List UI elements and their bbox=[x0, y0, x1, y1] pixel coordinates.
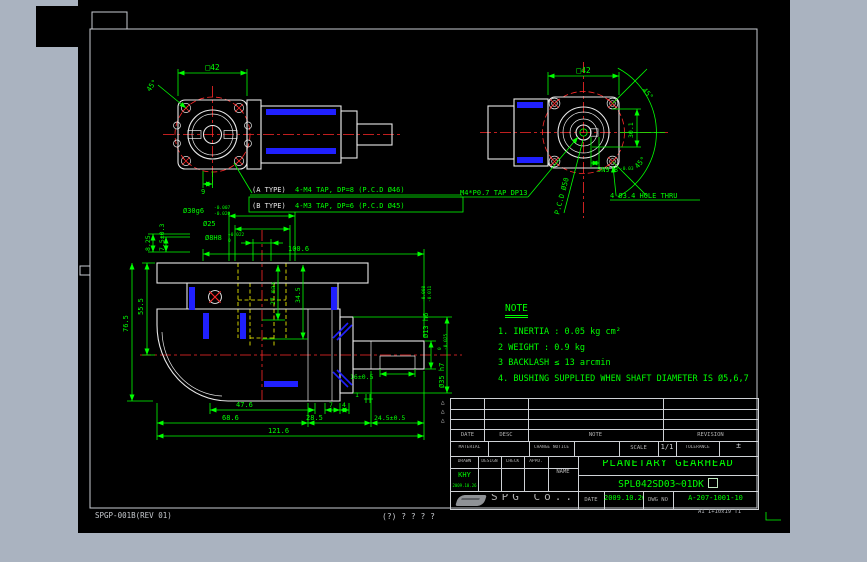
date-label: DATE bbox=[584, 497, 598, 503]
rev-header-desc: DESC bbox=[499, 432, 513, 438]
dim-d13-tol-up: -0.008 bbox=[421, 285, 427, 302]
label-b-type: (B TYPE) bbox=[252, 202, 286, 210]
tolerance-value: ± bbox=[736, 443, 741, 449]
change-notice-label: CHANGE NOTICE bbox=[533, 445, 570, 450]
dim-76-5: 76.5 bbox=[122, 315, 130, 332]
product-code: SPL042SD03~01DK bbox=[618, 479, 704, 488]
rev-header-date: DATE bbox=[460, 432, 475, 438]
dim-keyway-tol: -0.03 bbox=[620, 166, 634, 172]
scale-value: 1/1 bbox=[660, 444, 674, 450]
dim-d35-tol-up: 0 bbox=[437, 347, 443, 350]
footer-sheet-text: A1 1+10x19 T1 bbox=[698, 509, 742, 515]
dim-d13-tol-dn: -0.011 bbox=[427, 285, 433, 302]
dim-keyway: 5N9.8 bbox=[597, 166, 618, 174]
dim-121-6: 121.6 bbox=[268, 427, 289, 435]
dim-d13: Ø13 h6 bbox=[422, 313, 430, 338]
dim-d35: Ø35 h7 bbox=[438, 363, 446, 388]
footer-center-text: (?) ? ? ? ? bbox=[382, 512, 435, 521]
dim-27-max: 27 max bbox=[269, 281, 277, 305]
design-label: DESIGN bbox=[481, 459, 498, 464]
dim-d8-tol-dn: 0 bbox=[228, 238, 231, 244]
dim-68-6: 68.6 bbox=[222, 414, 239, 422]
front-view: □42 45° 9 (A TYPE) 4-M4 TAP, DP=8 (P.C.D… bbox=[145, 63, 464, 213]
dim-16: 16±0.5 bbox=[350, 373, 374, 381]
dwg-no-value: A-207-1001-10 bbox=[688, 495, 743, 501]
rear-view: □42 45° 45° 30.1 5N9.8 -0.03 M4*P0.7 TAP… bbox=[460, 62, 700, 218]
dim-square-42: □42 bbox=[205, 63, 220, 72]
section-view: Ø30g6 -0.007 -0.020 Ø25 Ø8H8 +0.022 0 8.… bbox=[122, 205, 462, 440]
label-center-tap: M4*P0.7 TAP DP13 bbox=[460, 189, 527, 197]
tolerance-label: TOLERANCE bbox=[685, 445, 710, 450]
dim-d30-tol-dn: -0.020 bbox=[214, 211, 231, 217]
name-label: NAME bbox=[556, 469, 570, 475]
bolt-hole-icon bbox=[233, 103, 245, 113]
dim-angle-top: 45° bbox=[640, 86, 654, 101]
dim-d30-tol-up: -0.007 bbox=[214, 205, 231, 211]
dim-1: 1 bbox=[355, 391, 359, 399]
dim-47-6: 47.6 bbox=[236, 401, 253, 409]
dim-30-1: 30.1 bbox=[627, 122, 635, 138]
material-label: MATERIAL bbox=[458, 445, 481, 450]
spg-logo bbox=[455, 495, 487, 506]
scale-label: SCALE bbox=[630, 445, 647, 451]
revision-triangle-icon: △ bbox=[441, 408, 445, 415]
dim-100-6: 100.6 bbox=[288, 245, 309, 253]
dim-d8: Ø8H8 bbox=[205, 234, 222, 242]
label-thru-holes: 4-Ø3.4 HOLE THRU bbox=[610, 192, 677, 200]
dim-9: 9 bbox=[201, 188, 205, 196]
label-b-spec: 4-M3 TAP, DP=6 (P.C.D Ø45) bbox=[295, 202, 405, 210]
note-block: NOTE 1. INERTIA : 0.05 kg cm² 2 WEIGHT :… bbox=[498, 303, 749, 387]
dwg-no-label: DWG NO bbox=[648, 497, 668, 503]
note-item: 1. INERTIA : 0.05 kg cm² bbox=[498, 327, 621, 337]
mount-hole-icon bbox=[548, 97, 561, 110]
company-name: SPG Co., bbox=[489, 494, 578, 500]
rev-header-note: NOTE bbox=[588, 432, 603, 438]
label-a-type: (A TYPE) bbox=[252, 186, 286, 194]
note-title: NOTE bbox=[505, 303, 528, 318]
dim-28-5: 28.5 bbox=[306, 414, 323, 422]
date-value: 2009.10.26 bbox=[604, 495, 643, 501]
dim-d25: Ø25 bbox=[203, 220, 216, 228]
dim-7-5: 7.5±0.3 bbox=[158, 224, 166, 251]
note-item: 4. BUSHING SUPPLIED WHEN SHAFT DIAMETER … bbox=[498, 373, 749, 384]
rev-header-revision: REVISION bbox=[697, 432, 724, 438]
cad-layout-view: { "footer": { "doc_code": "SPGP-001B(REV… bbox=[0, 0, 867, 562]
dim-24-5: 24.5±0.5 bbox=[374, 414, 405, 422]
product-title: PLANETARY GEARHEAD bbox=[602, 460, 734, 466]
revision-triangle-icon: △ bbox=[441, 399, 445, 406]
bolt-hole-icon bbox=[233, 155, 245, 167]
dim-d30: Ø30g6 bbox=[183, 207, 204, 215]
check-label: CHECK bbox=[505, 459, 520, 464]
title-block: DATE DESC NOTE REVISION MATERIAL CHANGE … bbox=[450, 398, 759, 510]
corner-mark bbox=[765, 512, 781, 521]
footer-doc-code: SPGP-001B(REV 01) bbox=[95, 511, 172, 520]
screw-icon bbox=[207, 289, 223, 305]
dim-square-42-rear: □42 bbox=[576, 66, 591, 75]
appd-label: APPD. bbox=[529, 459, 543, 464]
dim-8-25: 8.25 bbox=[144, 235, 152, 251]
bolt-hole-icon bbox=[180, 155, 192, 167]
dim-34-5: 34.5 bbox=[294, 287, 302, 303]
drawn-by-value: KHY bbox=[458, 472, 471, 478]
dim-angle-bottom: 45° bbox=[633, 155, 647, 170]
dim-d8-tol-up: +0.022 bbox=[228, 232, 245, 238]
note-item: 3 BACKLASH ≤ 13 arcmin bbox=[498, 358, 611, 368]
label-a-spec: 4-M4 TAP, DP=8 (P.C.D Ø46) bbox=[295, 186, 405, 194]
code-suffix-box bbox=[707, 478, 718, 488]
dim-angle-45: 45° bbox=[145, 78, 159, 93]
note-item: 2 WEIGHT : 0.9 kg bbox=[498, 342, 585, 353]
dim-55-5: 55.5 bbox=[137, 298, 145, 315]
dim-4: 4 bbox=[342, 401, 346, 409]
dim-7: 7 bbox=[329, 401, 333, 409]
dim-d35-tol-dn: -0.025 bbox=[443, 333, 449, 350]
revision-triangle-icon: △ bbox=[441, 417, 445, 424]
drawn-label: DRAWN bbox=[457, 459, 472, 464]
drawn-date-value: 2009.10.26 bbox=[452, 483, 477, 488]
